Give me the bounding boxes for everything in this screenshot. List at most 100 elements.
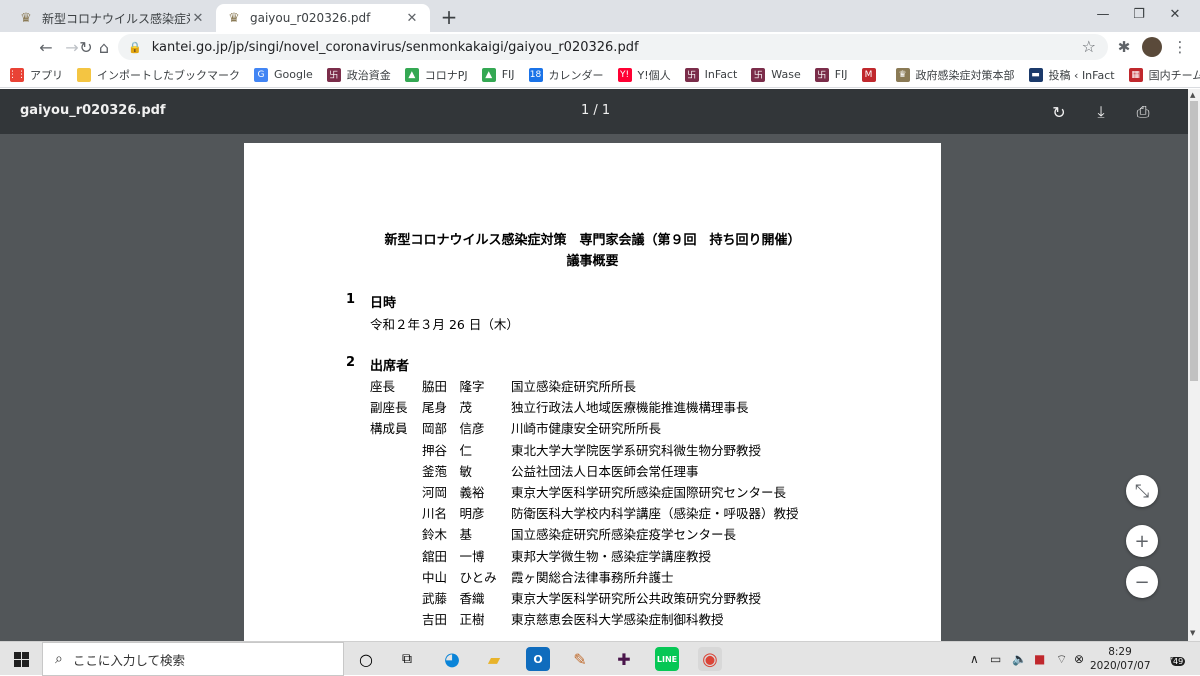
bookmark-item[interactable]: ▲ FIJ bbox=[481, 67, 515, 82]
attendee-affiliation: 東京大学医科学研究所感染症国際研究センター長 bbox=[511, 485, 787, 500]
drive-icon: ▲ bbox=[481, 67, 496, 82]
url-text: kantei.go.jp/jp/singi/novel_coronavirus/… bbox=[151, 39, 639, 55]
bookmark-item[interactable]: G Google bbox=[254, 67, 313, 82]
extensions-icon[interactable]: ✱ bbox=[1112, 35, 1136, 59]
windows-logo-icon bbox=[13, 651, 29, 667]
maroon-grid-icon: 卐 bbox=[751, 67, 766, 82]
windows-taskbar: ⌕ ここに入力して検索 ○ ⧉ ◕ ▰ O ✎ ✚ LINE ◉ ∧ ▭ 🔈 ■… bbox=[0, 641, 1200, 676]
bookmark-item[interactable]: 卐 FIJ bbox=[814, 67, 848, 82]
pdf-filename: gaiyou_r020326.pdf bbox=[20, 103, 166, 118]
bookmark-label: FIJ bbox=[501, 68, 515, 81]
slack-icon[interactable]: ✚ bbox=[612, 647, 636, 671]
file-explorer-icon[interactable]: ▰ bbox=[482, 647, 506, 671]
attendee-affiliation: 東邦大学微生物・感染症学講座教授 bbox=[511, 548, 712, 564]
bookmark-item[interactable]: 卐 InFact bbox=[684, 67, 738, 82]
mute-icon[interactable]: ⊗ bbox=[1074, 642, 1084, 676]
pdf-toolbar: gaiyou_r020326.pdf 1 / 1 ↻ ⤓ ⎙ bbox=[0, 89, 1188, 134]
tab-pdf[interactable]: ♛ gaiyou_r020326.pdf ✕ bbox=[216, 4, 430, 32]
yahoo-icon: Y! bbox=[617, 67, 632, 82]
outlook-icon[interactable]: O bbox=[526, 647, 550, 671]
volume-icon[interactable]: 🔈 bbox=[1012, 642, 1027, 676]
bookmark-item[interactable]: インポートしたブックマーク bbox=[77, 67, 240, 83]
attendee-affiliation: 独立行政法人地域医療機能推進機構理事長 bbox=[511, 400, 749, 416]
maroon-grid-icon: 卐 bbox=[684, 67, 699, 82]
google-icon: G bbox=[254, 67, 268, 82]
attendee-name: 押谷 仁 bbox=[422, 442, 473, 458]
close-icon[interactable]: ✕ bbox=[404, 10, 420, 26]
attendee-name: 尾身 茂 bbox=[422, 400, 473, 416]
kantei-icon: ♛ bbox=[20, 10, 32, 26]
line-icon[interactable]: LINE bbox=[655, 647, 679, 671]
bookmark-item[interactable]: ♛ 政府感染症対策本部 bbox=[895, 67, 1015, 83]
zoom-out-button[interactable]: − bbox=[1126, 566, 1158, 598]
taskbar-search[interactable]: ⌕ ここに入力して検索 bbox=[42, 642, 344, 676]
address-bar[interactable]: 🔒 kantei.go.jp/jp/singi/novel_coronaviru… bbox=[118, 34, 1108, 60]
start-button[interactable] bbox=[0, 642, 42, 676]
bookmark-item[interactable]: ▦ 国内チーム | Trello bbox=[1128, 67, 1200, 83]
clock-time: 8:29 bbox=[1108, 646, 1132, 658]
pdf-page: 新型コロナウイルス感染症対策 専門家会議（第９回 持ち回り開催） 議事概要 1 … bbox=[244, 143, 941, 641]
bookmark-item[interactable]: ⋮⋮ アプリ bbox=[8, 67, 63, 83]
document-subtitle: 議事概要 bbox=[566, 254, 619, 269]
rotate-icon[interactable]: ↻ bbox=[1046, 99, 1072, 125]
attendee-affiliation: 国立感染症研究所所長 bbox=[511, 379, 637, 394]
attendee-affiliation: 公益社団法人日本医師会常任理事 bbox=[511, 463, 699, 479]
pdf-viewer[interactable]: 新型コロナウイルス感染症対策 専門家会議（第９回 持ち回り開催） 議事概要 1 … bbox=[0, 134, 1188, 641]
profile-avatar[interactable] bbox=[1140, 35, 1164, 59]
task-view-icon[interactable]: ⧉ bbox=[395, 647, 419, 671]
bookmark-item[interactable]: M bbox=[861, 67, 882, 82]
chrome-icon[interactable]: ◉ bbox=[698, 647, 722, 671]
system-clock[interactable]: 8:29 2020/07/07 bbox=[1090, 645, 1151, 673]
wifi-icon[interactable]: ⌔ bbox=[1056, 642, 1067, 676]
attendee-affiliation: 国立感染症研究所感染症疫学センター長 bbox=[511, 527, 737, 543]
tab-kantei[interactable]: ♛ 新型コロナウイルス感染症対策本部 ✕ bbox=[8, 4, 216, 32]
search-icon: ⌕ bbox=[55, 651, 63, 667]
download-icon[interactable]: ⤓ bbox=[1088, 99, 1114, 125]
bookmark-item[interactable]: Y! Y!個人 bbox=[617, 67, 671, 83]
home-icon[interactable]: ⌂ bbox=[92, 35, 116, 59]
tray-chevron-icon[interactable]: ∧ bbox=[970, 642, 979, 676]
attendee-name: 岡部 信彦 bbox=[422, 421, 485, 437]
bookmark-label: 国内チーム | Trello bbox=[1148, 68, 1200, 82]
maroon-grid-icon: 卐 bbox=[814, 67, 829, 82]
cortana-icon[interactable]: ○ bbox=[354, 647, 378, 671]
bookmark-item[interactable]: 卐 Wase bbox=[751, 67, 801, 82]
bookmark-item[interactable]: ▲ コロナPJ bbox=[404, 67, 468, 83]
app-tray-icon[interactable]: ■ bbox=[1034, 642, 1045, 676]
bookmark-label: InFact bbox=[704, 68, 738, 81]
fit-to-page-button[interactable]: ⤡ bbox=[1126, 475, 1158, 507]
bookmark-label: FIJ bbox=[834, 68, 848, 81]
paint-icon[interactable]: ✎ bbox=[568, 647, 592, 671]
kantei-icon: ♛ bbox=[228, 10, 240, 26]
section-title: 日時 bbox=[370, 296, 397, 311]
attendee-role: 構成員 bbox=[370, 421, 408, 437]
battery-icon[interactable]: ▭ bbox=[990, 642, 1001, 676]
bookmark-item[interactable]: ▬ 投稿 ‹ InFact bbox=[1028, 67, 1115, 83]
attendee-affiliation: 東京大学医科学研究所公共政策研究分野教授 bbox=[511, 591, 762, 606]
menu-kebab-icon[interactable]: ⋮ bbox=[1168, 35, 1192, 59]
apps-grid-icon: ⋮⋮ bbox=[8, 67, 26, 82]
red-m-icon: M bbox=[861, 67, 876, 82]
section-number: 2 bbox=[346, 355, 356, 370]
action-center-icon[interactable]: ▭ 49 bbox=[1163, 649, 1186, 669]
attendee-role: 副座長 bbox=[370, 400, 408, 416]
back-arrow-icon[interactable]: ← bbox=[34, 35, 58, 59]
tab-title: gaiyou_r020326.pdf bbox=[250, 11, 371, 25]
scroll-up-arrow-icon[interactable]: ▲ bbox=[1190, 91, 1195, 99]
print-icon[interactable]: ⎙ bbox=[1130, 99, 1156, 125]
vertical-scrollbar[interactable]: ▲ ▼ bbox=[1188, 89, 1200, 641]
close-icon[interactable]: ✕ bbox=[190, 10, 206, 26]
new-tab-button[interactable]: + bbox=[438, 5, 460, 29]
scroll-down-arrow-icon[interactable]: ▼ bbox=[1190, 629, 1195, 637]
attendee-name: 川名 明彦 bbox=[422, 506, 485, 522]
bookmark-star-icon[interactable]: ☆ bbox=[1082, 37, 1096, 56]
edge-icon[interactable]: ◕ bbox=[440, 647, 464, 671]
window-close-button[interactable]: ✕ bbox=[1152, 0, 1198, 28]
bookmark-item[interactable]: 卐政治資金 bbox=[326, 67, 391, 83]
trello-icon: ▦ bbox=[1128, 67, 1143, 82]
scrollbar-thumb[interactable] bbox=[1190, 101, 1198, 381]
bookmark-item[interactable]: 18 カレンダー bbox=[528, 67, 604, 83]
zoom-in-button[interactable]: + bbox=[1126, 525, 1158, 557]
infact-icon: ▬ bbox=[1028, 67, 1043, 82]
attendee-affiliation: 東北大学大学院医学系研究科微生物分野教授 bbox=[511, 442, 762, 458]
